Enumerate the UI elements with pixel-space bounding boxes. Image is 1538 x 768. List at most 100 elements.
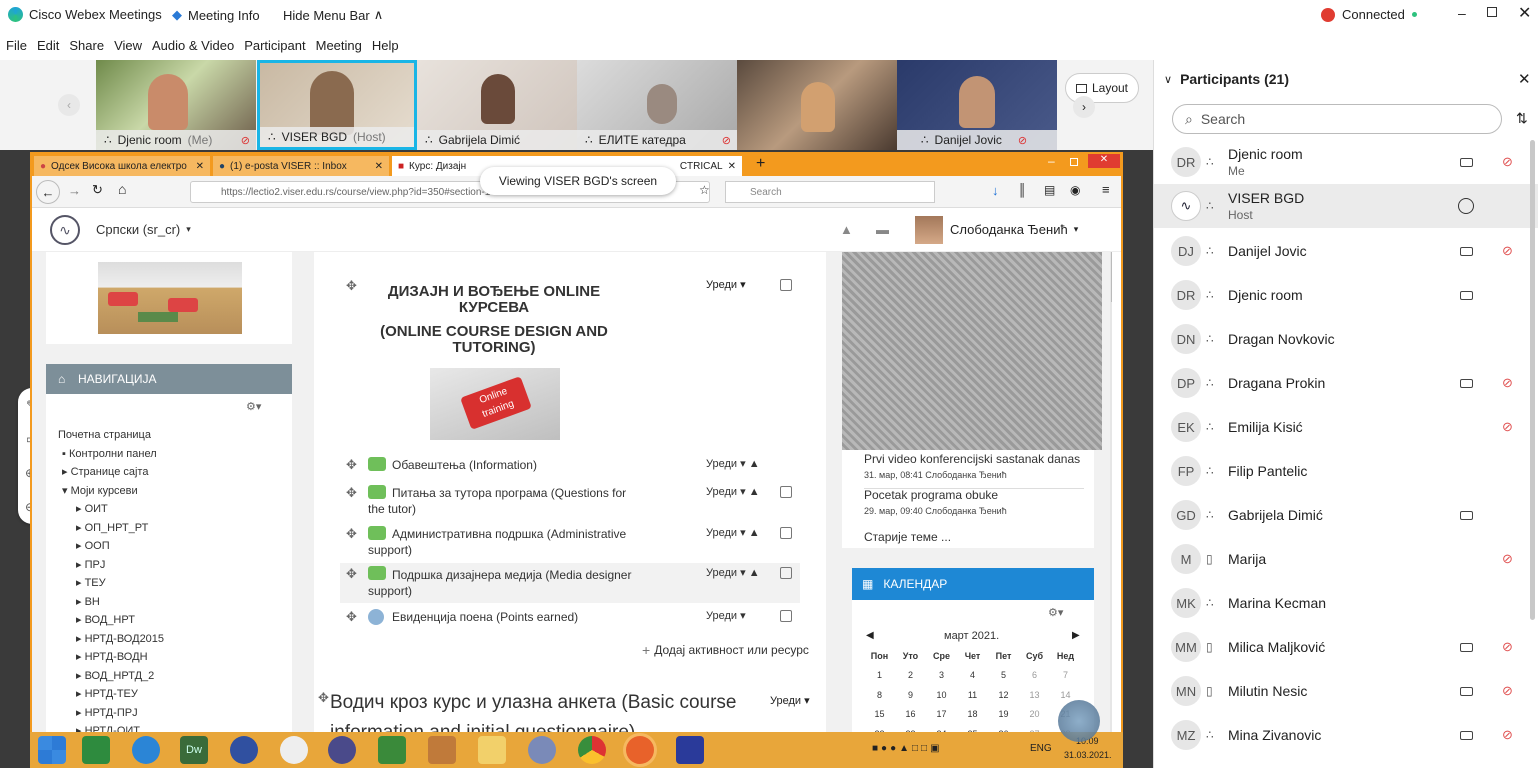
edit-menu[interactable]: Уреди ▾ ▲ <box>706 485 760 498</box>
video-tile[interactable]: ∴ Gabrijela Dimić <box>417 60 577 150</box>
participant-row[interactable]: M ▯ Marija ⊘ <box>1154 537 1538 581</box>
nav-item[interactable]: ▪ Контролни панел <box>58 445 288 464</box>
firefox-icon[interactable] <box>626 736 654 764</box>
forward-icon[interactable]: → <box>68 183 81 198</box>
new-tab-button[interactable]: + <box>756 155 765 173</box>
hamburger-menu-icon[interactable]: ≡ <box>1102 182 1110 197</box>
calendar-day[interactable]: 18 <box>957 705 988 725</box>
nav-course[interactable]: ▸ ТЕУ <box>58 574 288 593</box>
calendar-day[interactable]: 13 <box>1019 685 1050 705</box>
move-handle-icon[interactable]: ✥ <box>346 485 357 501</box>
calendar-day[interactable]: 19 <box>988 705 1019 725</box>
participant-row[interactable]: DJ ∴ Danijel Jovic ⊘ <box>1154 229 1538 273</box>
edit-menu[interactable]: Уреди ▾ ▲ <box>706 526 760 539</box>
video-camera-icon[interactable] <box>1460 510 1473 520</box>
browser-tab[interactable]: ● Одсек Висока школа електро ✕ <box>34 156 210 176</box>
participant-row[interactable]: DP ∴ Dragana Prokin ⊘ <box>1154 361 1538 405</box>
menu-meeting[interactable]: Meeting <box>316 38 362 53</box>
clock-date[interactable]: 31.03.2021. <box>1064 750 1112 760</box>
video-tile[interactable]: ∴ Djenic room (Me) ⊘ <box>96 60 256 150</box>
news-item-title[interactable]: Prvi video konferencijski sastanak danas <box>864 452 1092 466</box>
menu-view[interactable]: View <box>114 38 142 53</box>
save-app-icon[interactable] <box>676 736 704 764</box>
muted-mic-icon[interactable]: ⊘ <box>1502 727 1513 743</box>
move-handle-icon[interactable]: ✥ <box>346 457 357 473</box>
prev-month-button[interactable]: ◀ <box>866 630 874 641</box>
menu-file[interactable]: File <box>6 38 27 53</box>
block-settings-icon[interactable]: ⚙▾ <box>246 400 261 413</box>
menu-edit[interactable]: Edit <box>37 38 59 53</box>
activity-row[interactable]: ✥ Питања за тутора програма (Questions f… <box>314 485 794 521</box>
nav-course[interactable]: ▸ ОП_НРТ_РТ <box>58 519 288 538</box>
participants-scrollbar[interactable] <box>1530 140 1535 620</box>
language-menu[interactable]: Српски (sr_cr) ▾ <box>96 222 191 237</box>
nav-course[interactable]: ▸ ВОД_НРТД_2 <box>58 667 288 686</box>
muted-mic-icon[interactable]: ⊘ <box>1502 243 1513 259</box>
browser-close-button[interactable]: ✕ <box>1088 154 1120 168</box>
activity-link[interactable]: Подршка дизајнера медија (Media designer… <box>368 567 638 599</box>
nav-item[interactable]: ▾ Моји курсеви <box>58 482 288 501</box>
chat-bubble-icon[interactable] <box>1458 198 1474 214</box>
calendar-day[interactable]: 9 <box>895 685 926 705</box>
move-handle-icon[interactable]: ✥ <box>346 526 357 542</box>
video-camera-icon[interactable] <box>1460 246 1473 256</box>
library-icon[interactable]: ║ <box>1018 183 1027 197</box>
video-camera-icon[interactable] <box>1460 686 1473 696</box>
add-activity-link[interactable]: + Додај активност или ресурс <box>642 642 809 658</box>
video-tile-active[interactable]: ∴ VISER BGD (Host) <box>257 60 417 150</box>
participant-row[interactable]: DR ∴ Djenic room Me ⊘ <box>1154 140 1538 184</box>
scroll-right-button[interactable]: › <box>1073 96 1095 118</box>
app-icon[interactable] <box>378 736 406 764</box>
tab-close-icon[interactable]: ✕ <box>196 161 204 172</box>
calendar-day[interactable]: 2 <box>895 666 926 686</box>
sort-icon[interactable]: ⇅ <box>1516 110 1528 127</box>
completion-checkbox[interactable] <box>780 527 792 539</box>
messages-icon[interactable]: ▬ <box>876 222 889 237</box>
bookmark-star-icon[interactable]: ☆ <box>699 183 710 197</box>
tab-close-icon[interactable]: ✕ <box>375 161 383 172</box>
nav-course[interactable]: ▸ НРТД-ТЕУ <box>58 685 288 704</box>
participants-search-input[interactable]: ⌕ Search <box>1172 104 1502 134</box>
calendar-day[interactable]: 20 <box>1019 705 1050 725</box>
edit-menu[interactable]: Уреди ▾ <box>706 609 746 622</box>
move-handle-icon[interactable]: ✥ <box>346 609 357 625</box>
participant-row[interactable]: EK ∴ Emilija Kisić ⊘ <box>1154 405 1538 449</box>
edit-menu[interactable]: Уреди ▾ ▲ <box>706 566 760 579</box>
browser-search-input[interactable]: Search <box>725 181 935 203</box>
nav-course[interactable]: ▸ НРТД-ВОДН <box>58 648 288 667</box>
browser-minimize-button[interactable]: – <box>1048 154 1055 168</box>
browser-tab[interactable]: ● (1) e-posta VISER :: Inbox ✕ <box>213 156 389 176</box>
participants-header[interactable]: ∨ Participants (21) <box>1164 71 1289 87</box>
participant-row[interactable]: MZ ∴ Mina Zivanovic ⊘ <box>1154 713 1538 757</box>
activity-link[interactable]: Административна подршка (Administrative … <box>368 526 638 558</box>
completion-checkbox[interactable] <box>780 486 792 498</box>
activity-row[interactable]: ✥ Обавештења (Information) Уреди ▾ ▲ <box>314 457 794 477</box>
muted-mic-icon[interactable]: ⊘ <box>1502 154 1513 170</box>
video-tile[interactable] <box>737 60 897 150</box>
calendar-day[interactable]: 5 <box>988 666 1019 686</box>
calendar-day[interactable]: 3 <box>926 666 957 686</box>
calendar-day[interactable]: 17 <box>926 705 957 725</box>
dreamweaver-icon[interactable]: Dw <box>180 736 208 764</box>
calendar-day[interactable]: 12 <box>988 685 1019 705</box>
close-panel-button[interactable]: ✕ <box>1518 70 1531 88</box>
minimize-button[interactable]: – <box>1458 5 1466 21</box>
completion-checkbox[interactable] <box>780 279 792 291</box>
app-icon[interactable] <box>328 736 356 764</box>
edit-menu[interactable]: Уреди ▾ <box>770 694 810 707</box>
muted-mic-icon[interactable]: ⊘ <box>1502 683 1513 699</box>
app-icon[interactable] <box>528 736 556 764</box>
activity-link[interactable]: Евиденција поена (Points earned) <box>368 609 638 625</box>
nav-course[interactable]: ▸ ООП <box>58 537 288 556</box>
move-handle-icon[interactable]: ✥ <box>318 690 329 706</box>
activity-link[interactable]: Обавештења (Information) <box>368 457 638 473</box>
nav-course[interactable]: ▸ ВОД_НРТ <box>58 611 288 630</box>
user-menu[interactable]: Слободанка Ђенић ▾ <box>950 222 1078 237</box>
windows-start-icon[interactable] <box>38 736 66 764</box>
notifications-icon[interactable]: ▲ <box>840 222 853 237</box>
menu-share[interactable]: Share <box>69 38 104 53</box>
calendar-day[interactable]: 11 <box>957 685 988 705</box>
video-camera-icon[interactable] <box>1460 290 1473 300</box>
muted-mic-icon[interactable]: ⊘ <box>1502 375 1513 391</box>
home-icon[interactable]: ⌂ <box>118 181 126 197</box>
